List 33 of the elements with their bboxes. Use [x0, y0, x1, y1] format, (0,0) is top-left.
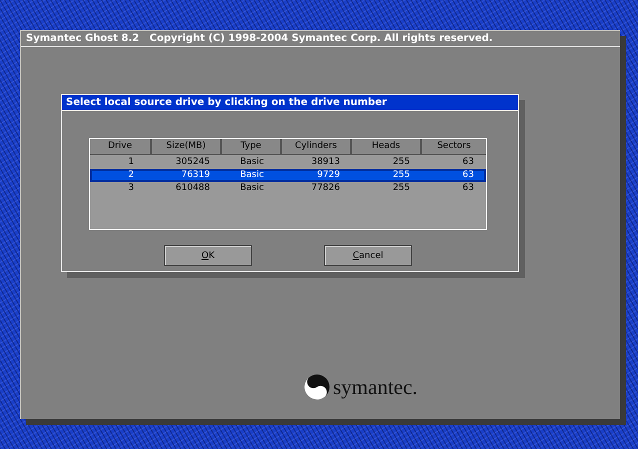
table-cell-text: 76319	[180, 169, 211, 182]
logo-icon	[304, 374, 330, 400]
table-row[interactable]: 3 610488 Basic 77826 255 63	[90, 182, 486, 195]
table-cell-text: 63	[462, 182, 475, 195]
logo-text: symantec.	[333, 374, 418, 400]
table-cell-text: 610488	[174, 182, 211, 195]
column-header[interactable]: Sectors	[422, 139, 486, 154]
table-cell-text: 1	[127, 156, 135, 169]
column-header[interactable]: Drive	[90, 139, 152, 154]
table-cell-text: 63	[462, 169, 475, 182]
table-row[interactable]: 2 76319 Basic 9729 255 63	[90, 169, 486, 182]
table-cell-text: Basic	[239, 169, 265, 182]
window-title: Symantec Ghost 8.2 Copyright (C) 1998-2004 Symantec Corp. All rights reserved.	[21, 31, 620, 47]
column-header[interactable]: Cylinders	[282, 139, 352, 154]
table-cell-text: 63	[462, 156, 475, 169]
column-header[interactable]: Size(MB)	[152, 139, 222, 154]
table-cell-text: 2	[127, 169, 135, 182]
table-cell-text: Basic	[239, 156, 265, 169]
table-row[interactable]: 1 305245 Basic 38913 255 63	[90, 156, 486, 169]
table-cell-text: 305245	[174, 156, 211, 169]
table-cell-text: 3	[127, 182, 135, 195]
table-cell-text: 255	[392, 169, 411, 182]
table-cell-text: Basic	[239, 182, 265, 195]
dialog-title: Select local source drive by clicking on the drive number	[62, 95, 518, 111]
table-cell-text: 38913	[310, 156, 341, 169]
table-cell-text: 255	[392, 182, 411, 195]
table-cell-text: 77826	[310, 182, 341, 195]
column-header[interactable]: Type	[222, 139, 282, 154]
ok-button[interactable]: OK	[164, 245, 252, 266]
column-header[interactable]: Heads	[352, 139, 422, 154]
table-cell-text: 255	[392, 156, 411, 169]
cancel-button[interactable]: Cancel	[324, 245, 412, 266]
table-cell-text: 9729	[316, 169, 341, 182]
